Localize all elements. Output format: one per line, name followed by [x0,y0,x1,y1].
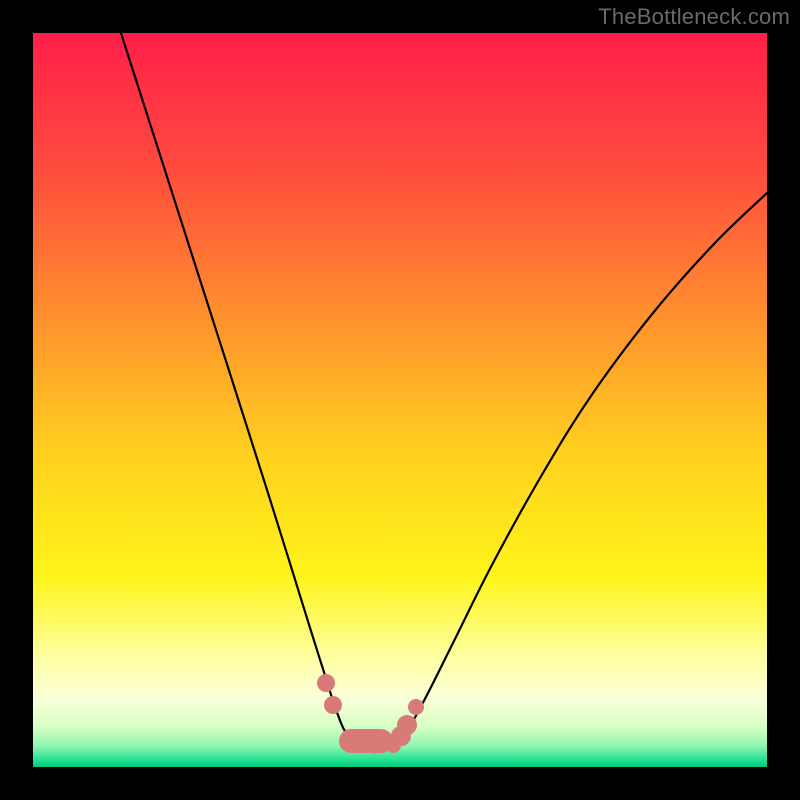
chart-svg [33,33,767,767]
marker-dot [408,699,424,715]
watermark-text: TheBottleneck.com [598,4,790,30]
marker-dot [324,696,342,714]
marker-dot [317,674,335,692]
plot-area [33,33,767,767]
chart-stage: TheBottleneck.com [0,0,800,800]
marker-dot [397,715,417,735]
marker-bar [339,729,393,753]
gradient-background [33,33,767,767]
